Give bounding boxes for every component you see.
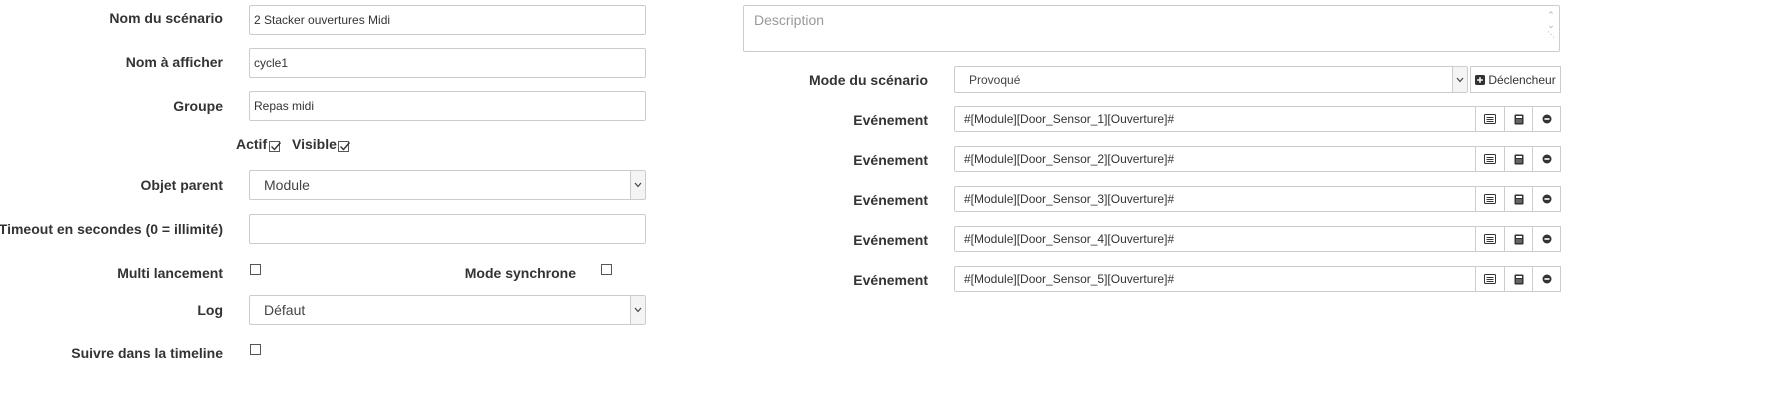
chevron-down-icon xyxy=(630,171,645,199)
calculator-icon xyxy=(1514,154,1523,164)
list-icon xyxy=(1484,274,1496,284)
remove-event-button[interactable] xyxy=(1532,226,1561,252)
timeout-input[interactable] xyxy=(249,214,646,244)
parent-object-label: Objet parent xyxy=(140,177,223,193)
event-input[interactable] xyxy=(954,226,1476,252)
event-input[interactable] xyxy=(954,266,1476,292)
timeline-label: Suivre dans la timeline xyxy=(71,345,223,361)
expression-button[interactable] xyxy=(1504,226,1533,252)
active-checkbox[interactable] xyxy=(269,141,282,152)
select-info-button[interactable] xyxy=(1475,186,1505,212)
add-trigger-button[interactable]: Déclencheur xyxy=(1470,66,1561,93)
scenario-mode-select[interactable]: Provoqué xyxy=(954,66,1468,93)
calculator-icon xyxy=(1514,274,1523,284)
minus-circle-icon xyxy=(1542,154,1551,164)
select-info-button[interactable] xyxy=(1475,146,1505,172)
minus-circle-icon xyxy=(1542,194,1551,204)
description-textarea[interactable] xyxy=(743,5,1560,52)
timeout-label: Timeout en secondes (0 = illimité) xyxy=(0,221,223,237)
display-name-label: Nom à afficher xyxy=(125,54,223,70)
multi-launch-checkbox[interactable] xyxy=(250,264,261,275)
visible-checkbox[interactable] xyxy=(338,141,351,152)
select-info-button[interactable] xyxy=(1475,266,1505,292)
textarea-scroll-arrows[interactable]: ⌃ ⌄ ⋱ xyxy=(1546,10,1556,48)
minus-circle-icon xyxy=(1542,114,1551,124)
chevron-down-icon xyxy=(630,296,645,324)
expression-button[interactable] xyxy=(1504,186,1533,212)
event-label: Evénement xyxy=(853,112,928,128)
checkmark-icon xyxy=(271,142,282,151)
minus-circle-icon xyxy=(1542,234,1551,244)
parent-object-select[interactable]: Module xyxy=(249,170,646,200)
event-label: Evénement xyxy=(853,272,928,288)
chevron-down-icon xyxy=(1452,67,1467,92)
display-name-input[interactable] xyxy=(249,48,646,78)
remove-event-button[interactable] xyxy=(1532,146,1561,172)
sync-mode-label: Mode synchrone xyxy=(464,265,576,281)
visible-label: Visible xyxy=(292,136,337,152)
group-label: Groupe xyxy=(173,98,223,114)
select-info-button[interactable] xyxy=(1475,106,1505,132)
plus-square-icon xyxy=(1475,74,1486,85)
remove-event-button[interactable] xyxy=(1532,266,1561,292)
event-label: Evénement xyxy=(853,192,928,208)
minus-circle-icon xyxy=(1542,274,1551,284)
list-icon xyxy=(1484,194,1496,204)
calculator-icon xyxy=(1514,234,1523,244)
log-value: Défaut xyxy=(264,302,306,318)
resize-handle-icon: ⋱ xyxy=(1547,30,1555,39)
trigger-button-label: Déclencheur xyxy=(1488,72,1556,87)
list-icon xyxy=(1484,234,1496,244)
scroll-down-icon: ⌄ xyxy=(1547,20,1555,30)
checkmark-icon xyxy=(340,142,351,151)
active-label: Actif xyxy=(236,136,268,152)
expression-button[interactable] xyxy=(1504,106,1533,132)
timeline-checkbox[interactable] xyxy=(250,344,261,355)
event-label: Evénement xyxy=(853,152,928,168)
select-info-button[interactable] xyxy=(1475,226,1505,252)
event-input[interactable] xyxy=(954,186,1476,212)
scenario-name-label: Nom du scénario xyxy=(109,10,223,26)
expression-button[interactable] xyxy=(1504,266,1533,292)
parent-object-value: Module xyxy=(264,177,310,193)
remove-event-button[interactable] xyxy=(1532,106,1561,132)
log-label: Log xyxy=(197,302,223,318)
multi-launch-label: Multi lancement xyxy=(117,265,223,281)
event-label: Evénement xyxy=(853,232,928,248)
list-icon xyxy=(1484,114,1496,124)
scroll-up-icon: ⌃ xyxy=(1547,10,1555,20)
calculator-icon xyxy=(1514,114,1523,124)
sync-mode-checkbox[interactable] xyxy=(601,264,612,275)
event-input[interactable] xyxy=(954,106,1476,132)
event-input[interactable] xyxy=(954,146,1476,172)
calculator-icon xyxy=(1514,194,1523,204)
expression-button[interactable] xyxy=(1504,146,1533,172)
list-icon xyxy=(1484,154,1496,164)
remove-event-button[interactable] xyxy=(1532,186,1561,212)
log-select[interactable]: Défaut xyxy=(249,295,646,325)
scenario-mode-value: Provoqué xyxy=(969,72,1021,87)
group-input[interactable] xyxy=(249,91,646,121)
scenario-name-input[interactable] xyxy=(249,5,646,35)
scenario-mode-label: Mode du scénario xyxy=(808,72,928,88)
